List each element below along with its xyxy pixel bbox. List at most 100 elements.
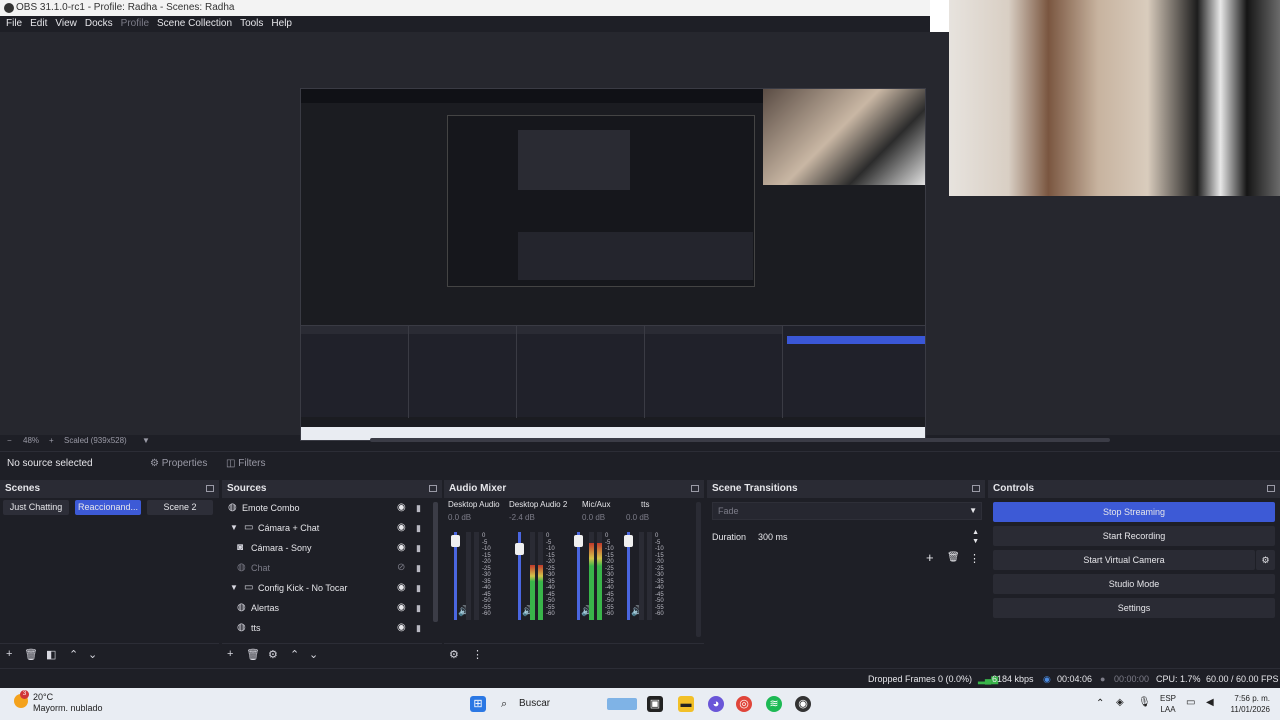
add-scene-icon[interactable]: + [6,648,12,660]
collapse-icon[interactable]: ▼ [230,523,240,533]
obs-taskbar-icon[interactable]: ◉ [795,696,811,712]
float-dock-icon[interactable] [691,485,699,492]
source-properties-icon[interactable]: ⚙ [268,648,278,661]
windows-start-icon[interactable]: ⊞ [470,696,486,712]
studio-mode-button[interactable]: Studio Mode [993,574,1275,594]
remove-source-icon[interactable]: 🗑 [246,648,260,661]
menu-profile[interactable]: Profile [121,16,155,32]
scene-2[interactable]: Scene 2 [147,500,213,515]
lock-icon[interactable]: ▮ [416,583,421,593]
properties-button[interactable]: ⚙ Properties [150,456,207,472]
scene-reaccionando[interactable]: Reaccionand... [75,500,141,515]
menu-edit[interactable]: Edit [30,16,53,32]
zoom-in-button[interactable]: + [49,436,54,445]
spotify-icon[interactable]: ≋ [766,696,782,712]
scale-mode[interactable]: Scaled (939x528) [64,436,127,445]
menu-scene-collection[interactable]: Scene Collection [157,16,238,32]
file-explorer-icon[interactable]: ▬ [678,696,694,712]
source-item[interactable]: ◍ Alertas ◉ ▮ [222,598,437,618]
duration-spinbox[interactable]: 300 ms ▲ ▼ [753,528,983,546]
volume-fader[interactable] [515,532,524,620]
fader-knob[interactable] [574,535,583,548]
menu-docks[interactable]: Docks [85,16,119,32]
float-dock-icon[interactable] [1267,485,1275,492]
eye-icon[interactable]: ◉ [397,543,406,553]
lock-icon[interactable]: ▮ [416,543,421,553]
language-indicator[interactable]: ESP LAA [1160,693,1176,720]
source-item[interactable]: ◍ Emote Combo ◉ ▮ [222,498,437,518]
task-view-icon[interactable]: ▣ [647,696,663,712]
start-virtual-camera-button[interactable]: Start Virtual Camera [993,550,1255,570]
window-title-bar: OBS 31.1.0-rc1 - Profile: Radha - Scenes… [0,0,930,16]
chrome-icon[interactable]: ◎ [736,696,752,712]
float-dock-icon[interactable] [972,485,980,492]
filters-button[interactable]: ◫ Filters [226,456,265,472]
lock-icon[interactable]: ▮ [416,623,421,633]
transition-select[interactable]: Fade ▼ [712,502,982,520]
float-dock-icon[interactable] [429,485,437,492]
stop-streaming-button[interactable]: Stop Streaming [993,502,1275,522]
lock-icon[interactable]: ▮ [416,563,421,573]
virtual-camera-settings-icon[interactable]: ⚙ [1256,550,1275,570]
taskbar-search[interactable]: ⌕ Buscar [493,692,643,716]
move-scene-up-icon[interactable]: ⌃ [69,648,78,661]
source-item[interactable]: ▼ ▭ Config Kick - No Tocar ◉ ▮ [222,578,437,598]
mixer-scrollbar[interactable] [696,502,701,637]
db-scale-tick: -60 [482,611,491,617]
scale-dropdown-icon[interactable]: ▼ [142,436,150,445]
add-source-icon[interactable]: + [227,648,233,660]
scene-just-chatting[interactable]: Just Chatting [3,500,69,515]
zoom-out-button[interactable]: − [7,436,12,445]
eye-hidden-icon[interactable]: ⊘ [397,563,405,573]
sources-scrollbar[interactable] [433,502,438,622]
lock-icon[interactable]: ▮ [416,603,421,613]
menu-file[interactable]: File [6,16,28,32]
eye-icon[interactable]: ◉ [397,503,406,513]
volume-fader[interactable] [451,532,460,620]
advanced-audio-icon[interactable]: ⚙ [449,648,459,661]
preview-horizontal-scrollbar[interactable] [370,438,1110,442]
eye-icon[interactable]: ◉ [397,583,406,593]
remove-scene-icon[interactable]: 🗑 [24,648,38,661]
move-scene-down-icon[interactable]: ⌄ [88,648,97,661]
menu-view[interactable]: View [55,16,83,32]
spin-down-icon[interactable]: ▼ [972,533,979,551]
discord-icon[interactable]: ◕ [708,696,724,712]
mixer-menu-icon[interactable]: ⋮ [472,648,483,661]
lock-icon[interactable]: ▮ [416,523,421,533]
menu-tools[interactable]: Tools [240,16,269,32]
source-item[interactable]: ▼ ▭ Cámara + Chat ◉ ▮ [222,518,437,538]
start-recording-button[interactable]: Start Recording [993,526,1275,546]
eye-icon[interactable]: ◉ [397,603,406,613]
eye-icon[interactable]: ◉ [397,623,406,633]
weather-widget[interactable]: 20°C Mayorm. nublado [33,692,103,714]
source-item[interactable]: ◍ tts ◉ ▮ [222,618,437,638]
add-transition-icon[interactable]: + [926,550,934,565]
eye-icon[interactable]: ◉ [397,523,406,533]
source-item[interactable]: ◙ Cámara - Sony ◉ ▮ [222,538,437,558]
preview-canvas[interactable] [300,88,926,441]
transition-menu-icon[interactable]: ⋮ [969,552,980,565]
volume-fader[interactable] [574,532,583,620]
source-item[interactable]: ◍ Chat ⊘ ▮ [222,558,437,578]
microphone-icon[interactable]: 🎙 [1138,697,1151,720]
tray-overflow-icon[interactable]: ⌃ [1096,698,1104,720]
move-source-up-icon[interactable]: ⌃ [290,648,299,661]
move-source-down-icon[interactable]: ⌄ [309,648,318,661]
scene-filters-icon[interactable]: ◧ [46,648,56,661]
settings-button[interactable]: Settings [993,598,1275,618]
db-scale-tick: -60 [546,611,555,617]
float-dock-icon[interactable] [206,485,214,492]
collapse-icon[interactable]: ▼ [230,583,240,593]
fader-knob[interactable] [515,542,524,555]
volume-icon[interactable]: ◀ [1206,697,1214,720]
lock-icon[interactable]: ▮ [416,503,421,513]
remove-transition-icon[interactable]: 🗑 [947,552,960,563]
tray-app-icon[interactable]: ◈ [1116,697,1124,720]
fader-knob[interactable] [624,535,633,548]
fader-knob[interactable] [451,535,460,548]
menu-help[interactable]: Help [271,16,298,32]
clock[interactable]: 7:56 p. m. 11/01/2026 [1226,693,1270,720]
network-icon[interactable]: ▭ [1186,697,1195,720]
volume-fader[interactable] [624,532,633,620]
